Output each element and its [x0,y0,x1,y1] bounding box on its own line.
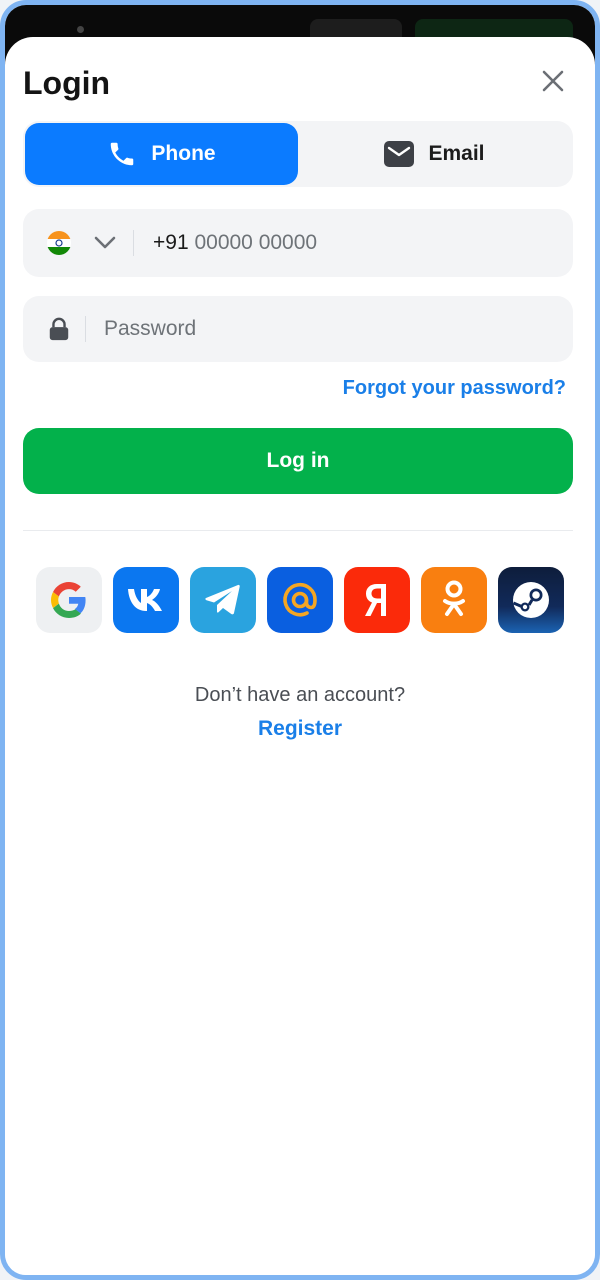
india-flag-icon[interactable] [47,231,71,255]
phone-input[interactable]: +91 00000 00000 [153,231,317,255]
ok-login-button[interactable] [421,567,487,633]
login-method-tabs: Phone Email [23,121,573,187]
camera-dot [77,26,84,33]
chevron-down-icon [94,236,116,249]
ok-icon [443,580,465,616]
tab-phone-label: Phone [151,142,216,165]
mail-icon [384,141,415,167]
password-placeholder: Password [104,317,197,340]
yandex-login-button[interactable] [344,567,410,633]
vk-icon [128,589,162,611]
divider [23,530,573,531]
country-code: +91 [153,231,189,254]
social-login-row [36,567,564,633]
steam-icon [512,582,549,618]
no-account-text: Don’t have an account? [194,684,406,706]
google-login-button[interactable] [36,567,102,633]
phone-icon [111,142,134,166]
phone-field: +91 00000 00000 [23,209,573,277]
telegram-icon [205,584,240,615]
steam-login-button[interactable] [498,567,564,633]
field-divider [133,230,134,256]
yandex-icon [365,584,386,616]
lock-icon [49,317,69,341]
forgot-password-link[interactable]: Forgot your password? [343,377,566,400]
tab-email-label: Email [428,142,485,165]
register-link[interactable]: Register [5,717,595,741]
phone-placeholder: 00000 00000 [194,231,318,254]
telegram-login-button[interactable] [190,567,256,633]
password-field[interactable]: Password [23,296,573,362]
page-title: Login [23,65,111,101]
device-frame: Login Phone Email +91 00000 00000 Passwo… [0,0,600,1280]
login-sheet: Login Phone Email +91 00000 00000 Passwo… [5,37,595,1275]
mail-ru-login-button[interactable] [267,567,333,633]
mail-ru-icon [283,582,317,617]
vk-login-button[interactable] [113,567,179,633]
tab-email[interactable]: Email [298,123,571,185]
tab-phone[interactable]: Phone [25,123,298,185]
login-button[interactable]: Log in [23,428,573,494]
google-icon [51,582,86,618]
country-dropdown-button[interactable] [93,231,117,255]
close-button[interactable] [537,65,569,97]
field-divider [85,316,86,342]
close-icon [542,70,564,92]
